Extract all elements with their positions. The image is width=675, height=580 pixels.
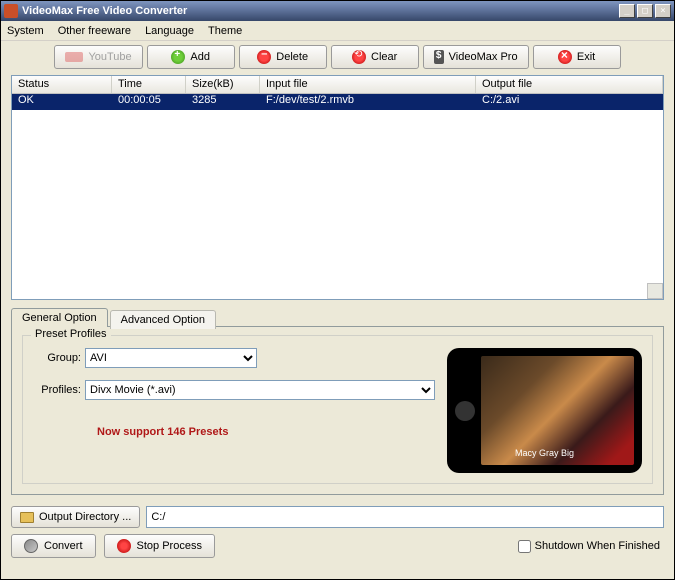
scrollbar-corner[interactable]: [647, 283, 663, 299]
col-status[interactable]: Status: [12, 76, 112, 93]
profiles-label: Profiles:: [33, 384, 81, 396]
output-directory-button[interactable]: Output Directory ...: [11, 506, 140, 528]
youtube-button[interactable]: YouTube: [54, 45, 142, 69]
stop-icon: [117, 539, 131, 553]
add-button[interactable]: Add: [147, 45, 235, 69]
table-row[interactable]: OK 00:00:05 3285 F:/dev/test/2.rmvb C:/2…: [12, 94, 663, 110]
col-time[interactable]: Time: [112, 76, 186, 93]
maximize-button[interactable]: □: [637, 4, 653, 18]
group-select[interactable]: AVI: [85, 348, 257, 368]
shutdown-checkbox[interactable]: [518, 540, 531, 553]
tab-advanced-option[interactable]: Advanced Option: [110, 310, 216, 329]
device-preview: Macy Gray Big: [447, 348, 642, 473]
shutdown-when-finished[interactable]: Shutdown When Finished: [518, 540, 664, 553]
menu-system[interactable]: System: [7, 25, 44, 37]
file-list[interactable]: Status Time Size(kB) Input file Output f…: [11, 75, 664, 300]
exit-icon: [558, 50, 572, 64]
col-size[interactable]: Size(kB): [186, 76, 260, 93]
videomax-pro-button[interactable]: VideoMax Pro: [423, 45, 529, 69]
group-label: Group:: [33, 352, 81, 364]
app-icon: [4, 4, 18, 18]
stop-process-button[interactable]: Stop Process: [104, 534, 215, 558]
output-directory-input[interactable]: [146, 506, 664, 528]
profiles-select[interactable]: Divx Movie (*.avi): [85, 380, 435, 400]
youtube-icon: [65, 52, 83, 62]
close-button[interactable]: ×: [655, 4, 671, 18]
menu-other-freeware[interactable]: Other freeware: [58, 25, 131, 37]
toolbar: YouTube Add Delete Clear VideoMax Pro Ex…: [1, 41, 674, 73]
delete-button[interactable]: Delete: [239, 45, 327, 69]
dollar-icon: [434, 50, 444, 64]
add-icon: [171, 50, 185, 64]
menu-bar: System Other freeware Language Theme: [1, 21, 674, 41]
clear-icon: [352, 50, 366, 64]
clear-button[interactable]: Clear: [331, 45, 419, 69]
window-title: VideoMax Free Video Converter: [22, 5, 619, 17]
list-header: Status Time Size(kB) Input file Output f…: [12, 76, 663, 94]
preset-count-note: Now support 146 Presets: [97, 426, 435, 438]
folder-icon: [20, 512, 34, 523]
col-input-file[interactable]: Input file: [260, 76, 476, 93]
delete-icon: [257, 50, 271, 64]
minimize-button[interactable]: _: [619, 4, 635, 18]
menu-language[interactable]: Language: [145, 25, 194, 37]
preset-profiles-fieldset: Preset Profiles Group: AVI Profiles: Div…: [22, 335, 653, 484]
convert-icon: [24, 539, 38, 553]
col-output-file[interactable]: Output file: [476, 76, 663, 93]
exit-button[interactable]: Exit: [533, 45, 621, 69]
tab-general-option[interactable]: General Option: [11, 308, 108, 327]
menu-theme[interactable]: Theme: [208, 25, 242, 37]
convert-button[interactable]: Convert: [11, 534, 96, 558]
fieldset-legend: Preset Profiles: [31, 328, 111, 340]
options-panel: Preset Profiles Group: AVI Profiles: Div…: [11, 326, 664, 495]
